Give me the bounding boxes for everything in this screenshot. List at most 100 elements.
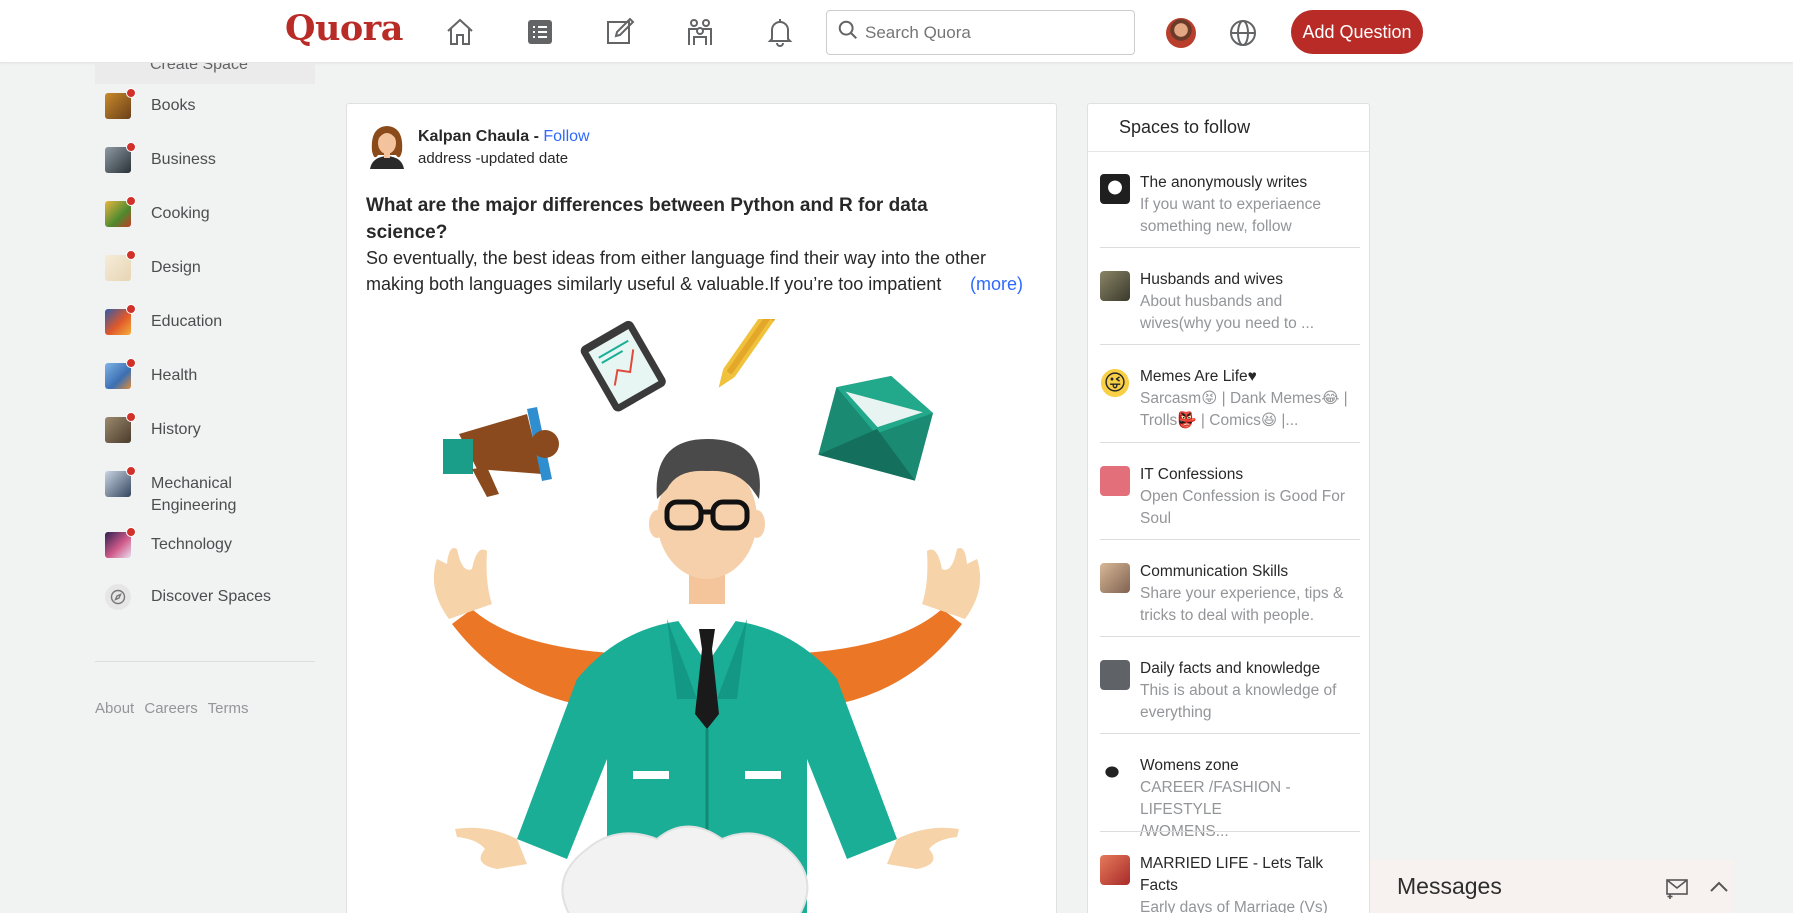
sidebar-item-history[interactable]: History bbox=[95, 412, 315, 443]
sidebar-item-business[interactable]: Business bbox=[95, 142, 315, 173]
question-title[interactable]: What are the major differences between P… bbox=[366, 192, 986, 246]
spaces-to-follow-panel: Spaces to follow The anonymously writes … bbox=[1087, 103, 1370, 913]
space-name: Facts bbox=[1140, 877, 1178, 894]
user-avatar[interactable] bbox=[1166, 18, 1196, 48]
unread-dot bbox=[126, 412, 136, 422]
sidebar-item-design[interactable]: Design bbox=[95, 250, 315, 281]
tablet-icon bbox=[580, 320, 666, 412]
sidebar-item-discover-spaces[interactable]: Discover Spaces bbox=[95, 584, 315, 610]
space-description: Soul bbox=[1140, 510, 1172, 527]
books-thumbnail bbox=[105, 88, 136, 119]
search-input[interactable] bbox=[865, 22, 1115, 43]
divider bbox=[1100, 539, 1360, 540]
space-thumbnail bbox=[1100, 757, 1130, 787]
answer-preview[interactable]: So eventually, the best ideas from eithe… bbox=[366, 245, 1046, 297]
following-list-icon[interactable] bbox=[523, 15, 557, 49]
space-item[interactable]: Daily facts and knowledge This is about … bbox=[1100, 658, 1360, 724]
space-description: something new, follow bbox=[1140, 218, 1292, 235]
messages-dock[interactable]: Messages bbox=[1370, 860, 1733, 913]
sidebar-item-mechanical-engineering[interactable]: Mechanical Engineering bbox=[95, 466, 315, 517]
space-item[interactable]: Communication Skills Share your experien… bbox=[1100, 561, 1360, 627]
divider bbox=[1100, 733, 1360, 734]
add-question-button[interactable]: Add Question bbox=[1291, 10, 1423, 54]
unread-dot bbox=[126, 466, 136, 476]
unread-dot bbox=[126, 250, 136, 260]
sidebar-item-label: Education bbox=[151, 313, 223, 330]
space-description: /WOMENS... bbox=[1140, 823, 1229, 840]
more-link[interactable]: (more) bbox=[966, 271, 1023, 297]
spaces-icon[interactable] bbox=[683, 15, 717, 49]
sidebar-item-health[interactable]: Health bbox=[95, 358, 315, 389]
sidebar-item-label: Health bbox=[151, 367, 198, 384]
unread-dot bbox=[126, 142, 136, 152]
space-item[interactable]: Husbands and wives About husbands and wi… bbox=[1100, 269, 1360, 335]
cooking-thumbnail bbox=[105, 196, 136, 227]
space-item[interactable]: The anonymously writes If you want to ex… bbox=[1100, 172, 1360, 238]
sidebar-item-label: Cooking bbox=[151, 205, 210, 222]
education-thumbnail bbox=[105, 304, 136, 335]
space-description: If you want to experiaence bbox=[1140, 196, 1321, 213]
space-item[interactable]: 😜 Memes Are Life♥ Sarcasm😝 | Dank Memes😂… bbox=[1100, 366, 1360, 432]
author-name[interactable]: Kalpan Chaula bbox=[418, 128, 529, 145]
quora-logo[interactable]: Quora bbox=[285, 8, 403, 49]
unread-dot bbox=[126, 527, 136, 537]
space-item[interactable]: Womens zone CAREER /FASHION -LIFESTYLE /… bbox=[1100, 755, 1360, 843]
space-item[interactable]: MARRIED LIFE - Lets Talk Facts Early day… bbox=[1100, 853, 1360, 913]
space-name: The anonymously writes bbox=[1140, 174, 1308, 191]
sidebar-item-education[interactable]: Education bbox=[95, 304, 315, 335]
space-name: MARRIED LIFE - Lets Talk bbox=[1140, 855, 1324, 872]
top-navbar: Quora Add Question bbox=[0, 0, 1793, 63]
sidebar-item-create-space[interactable]: Create Space bbox=[95, 63, 315, 84]
sidebar-item-books[interactable]: Books bbox=[95, 88, 315, 119]
chevron-up-icon[interactable] bbox=[1706, 874, 1732, 900]
spaces-panel-title: Spaces to follow bbox=[1088, 104, 1369, 152]
sidebar-item-technology[interactable]: Technology bbox=[95, 527, 315, 558]
unread-dot bbox=[126, 88, 136, 98]
follow-link[interactable]: Follow bbox=[543, 128, 589, 145]
author-avatar[interactable] bbox=[366, 121, 408, 169]
footer-link-about[interactable]: About bbox=[95, 700, 134, 717]
divider bbox=[1100, 636, 1360, 637]
sidebar-footer: About Careers Terms bbox=[95, 700, 315, 718]
space-name: IT Confessions bbox=[1140, 466, 1244, 483]
space-thumbnail bbox=[1100, 174, 1130, 204]
footer-link-terms[interactable]: Terms bbox=[208, 700, 249, 717]
home-icon[interactable] bbox=[443, 15, 477, 49]
emoji-thumbnail: 😜 bbox=[1100, 368, 1130, 398]
footer-link-careers[interactable]: Careers bbox=[144, 700, 197, 717]
space-description: Open Confession is Good For bbox=[1140, 488, 1346, 505]
answer-preview-line: So eventually, the best ideas from eithe… bbox=[366, 248, 987, 268]
space-name: Womens zone bbox=[1140, 757, 1239, 774]
new-message-icon[interactable] bbox=[1664, 874, 1690, 900]
space-thumbnail bbox=[1100, 563, 1130, 593]
divider bbox=[1100, 442, 1360, 443]
space-description: wives(why you need to ... bbox=[1140, 315, 1315, 332]
mechanical-engineering-thumbnail bbox=[105, 466, 136, 497]
megaphone-icon bbox=[443, 407, 559, 497]
answer-edit-icon[interactable] bbox=[603, 15, 637, 49]
sidebar-item-label: Design bbox=[151, 259, 201, 276]
space-description: Sarcasm😝 | Dank Memes😂 | bbox=[1140, 390, 1348, 407]
sidebar-item-label: Create Space bbox=[150, 63, 248, 73]
search-bar[interactable] bbox=[826, 10, 1135, 55]
history-thumbnail bbox=[105, 412, 136, 443]
space-description: Early days of Marriage (Vs) bbox=[1140, 899, 1328, 913]
globe-icon[interactable] bbox=[1228, 18, 1258, 48]
business-thumbnail bbox=[105, 142, 136, 173]
label-line-1: Mechanical bbox=[151, 475, 232, 492]
space-description: tricks to deal with people. bbox=[1140, 607, 1315, 624]
health-thumbnail bbox=[105, 358, 136, 389]
left-sidebar: Create Space bbox=[95, 63, 315, 84]
space-description: everything bbox=[1140, 704, 1212, 721]
compass-icon bbox=[105, 584, 131, 610]
space-description: CAREER /FASHION -LIFESTYLE bbox=[1140, 779, 1291, 818]
sidebar-item-label: History bbox=[151, 421, 201, 438]
sidebar-item-cooking[interactable]: Cooking bbox=[95, 196, 315, 227]
divider bbox=[1100, 247, 1360, 248]
sidebar-item-label: Discover Spaces bbox=[151, 588, 272, 605]
space-item[interactable]: IT Confessions Open Confession is Good F… bbox=[1100, 464, 1360, 530]
space-thumbnail bbox=[1100, 466, 1130, 496]
design-thumbnail bbox=[105, 250, 136, 281]
notifications-bell-icon[interactable] bbox=[763, 15, 797, 49]
technology-thumbnail bbox=[105, 527, 136, 558]
